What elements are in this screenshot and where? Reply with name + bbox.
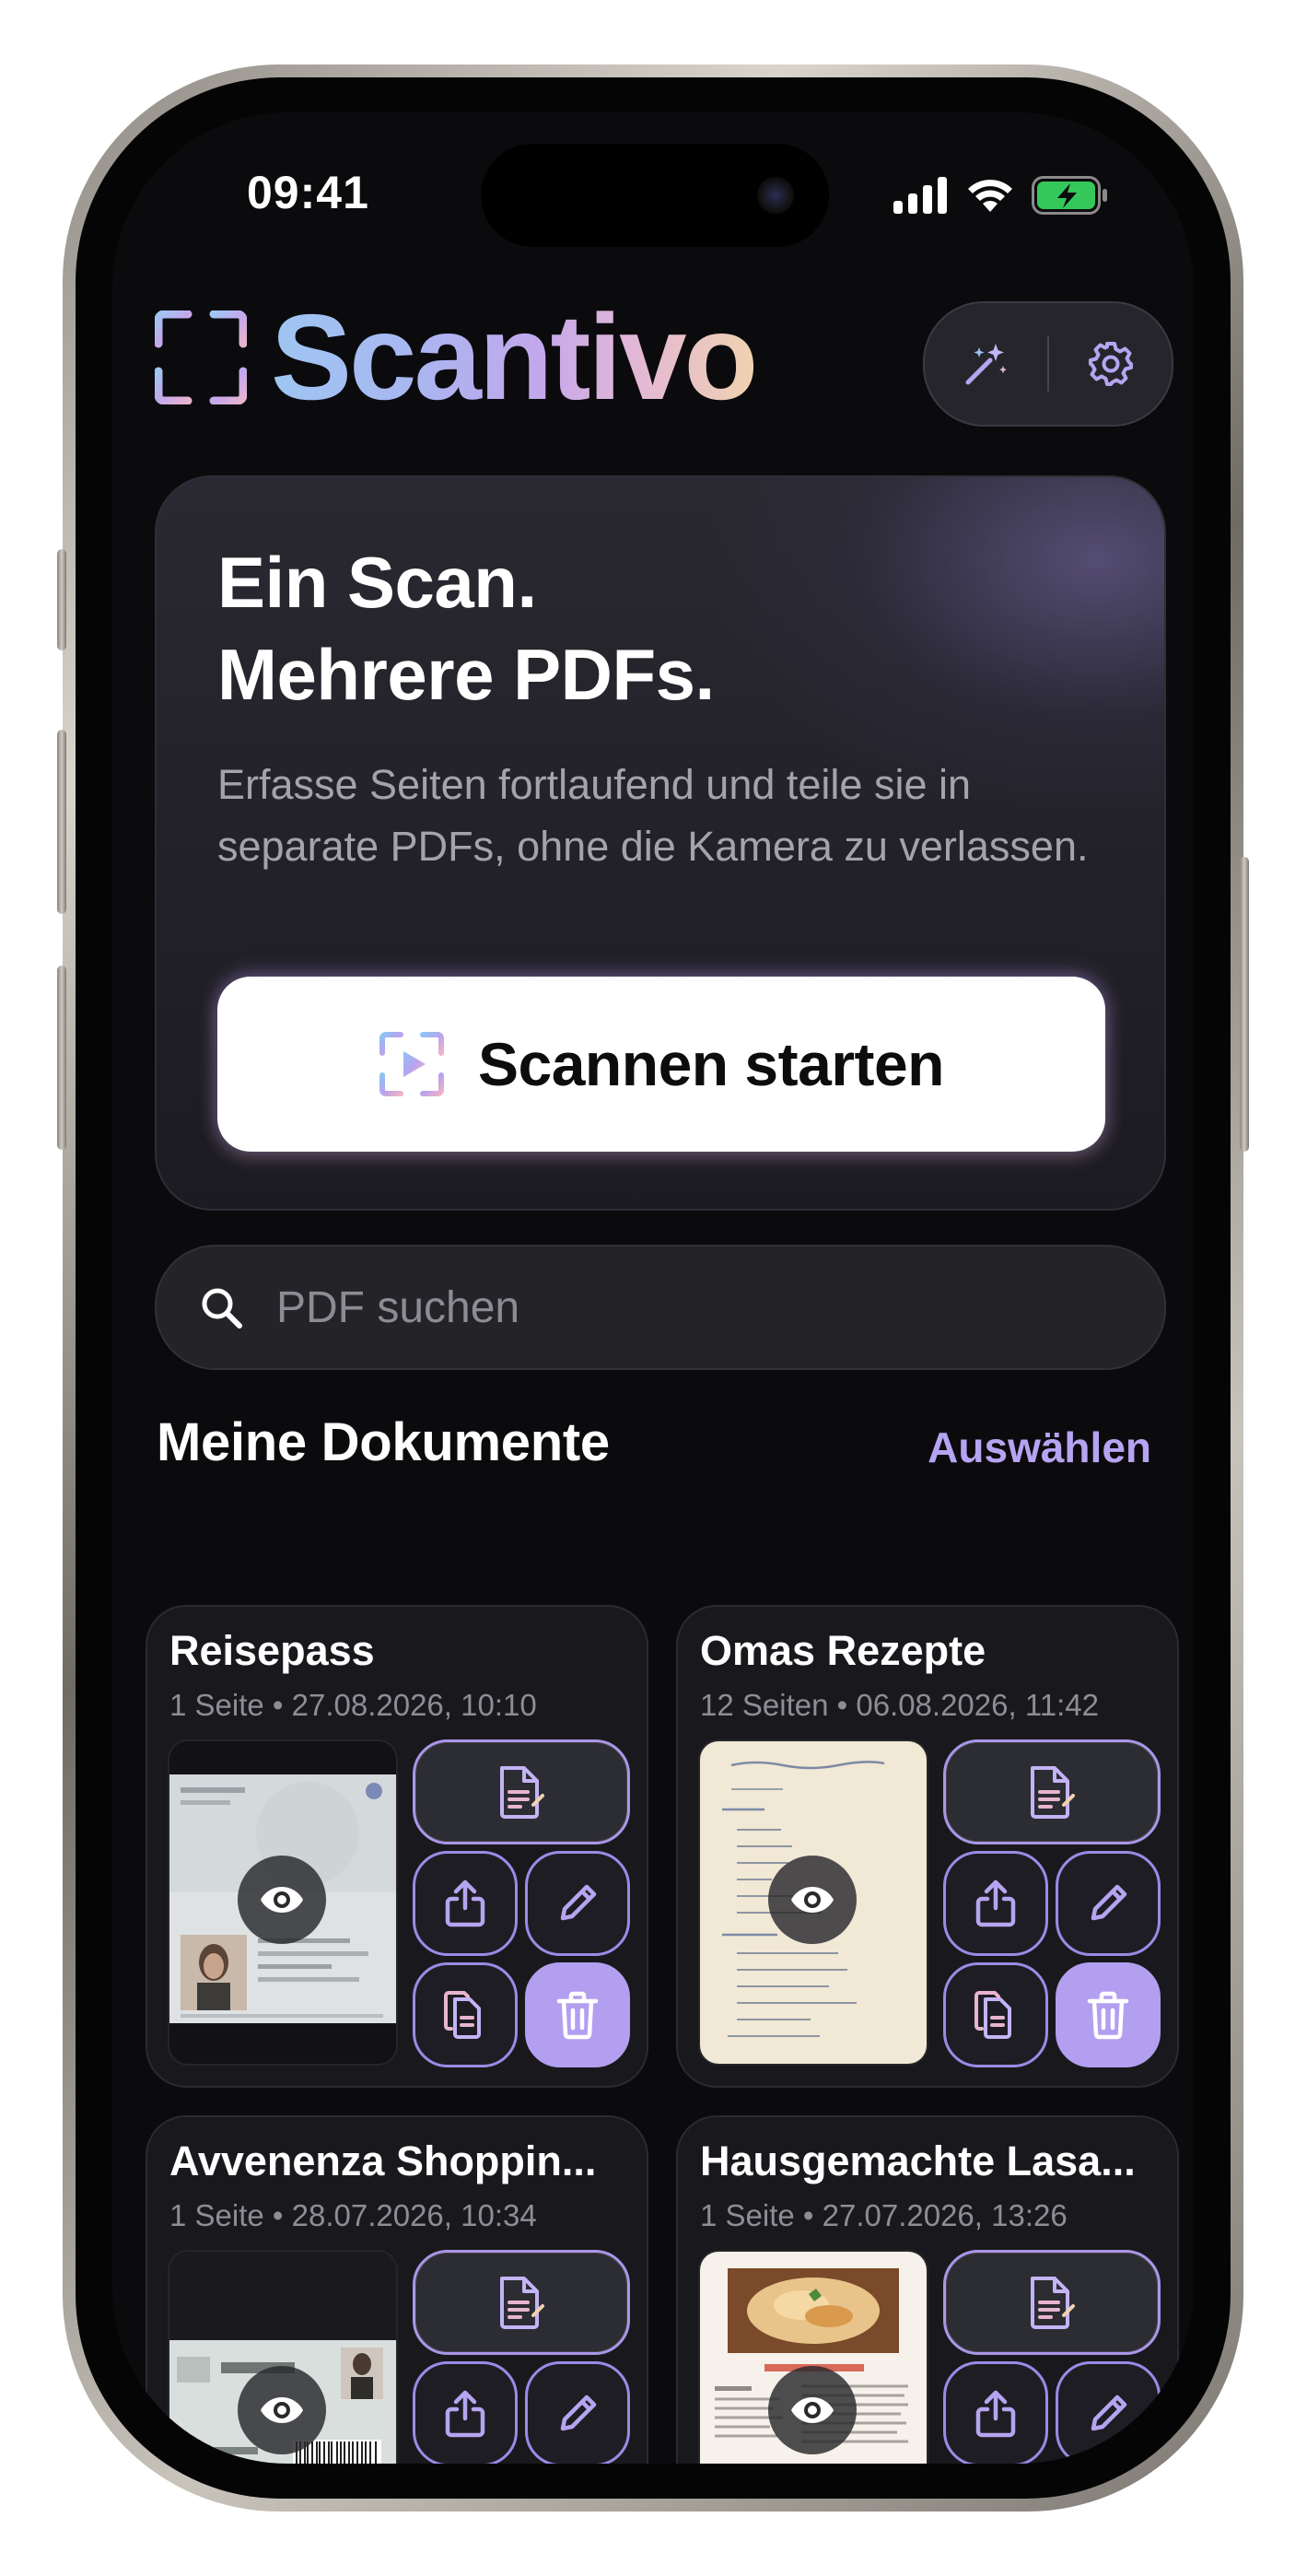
- eye-icon: [789, 1884, 835, 1915]
- edit-button[interactable]: [1056, 2361, 1161, 2464]
- volume-down-button: [57, 966, 66, 1150]
- document-card[interactable]: Avvenenza Shoppin... 1 Seite • 28.07.202…: [146, 2115, 648, 2464]
- documents-title: Meine Dokumente: [157, 1412, 610, 1472]
- start-scan-label: Scannen starten: [478, 1030, 945, 1098]
- preview-button[interactable]: [768, 1856, 857, 1944]
- share-button[interactable]: [413, 1851, 518, 1956]
- document-title: Hausgemachte Lasa...: [700, 2137, 1136, 2184]
- document-meta: 1 Seite • 27.07.2026, 13:26: [700, 2198, 1068, 2232]
- eye-icon: [259, 2395, 305, 2426]
- logo-scan-icon: [155, 310, 247, 404]
- sparkle-wand-icon: [963, 340, 1010, 388]
- dynamic-island: [481, 144, 829, 247]
- battery-icon: [1032, 176, 1109, 215]
- pencil-icon: [555, 2392, 600, 2436]
- share-button[interactable]: [943, 2361, 1048, 2464]
- copy-icon: [442, 1990, 488, 2040]
- share-icon: [444, 2389, 486, 2439]
- scan-play-icon: [379, 1031, 445, 1097]
- pdf-button[interactable]: [413, 1739, 630, 1844]
- volume-up-button: [57, 730, 66, 914]
- gear-icon: [1087, 340, 1135, 388]
- edit-button[interactable]: [525, 2361, 630, 2464]
- share-icon: [974, 2389, 1017, 2439]
- pdf-icon: [1027, 2275, 1077, 2330]
- document-thumbnail[interactable]: [168, 2250, 398, 2464]
- select-button[interactable]: Auswählen: [928, 1423, 1151, 1472]
- power-button: [1240, 857, 1249, 1152]
- wifi-icon: [965, 177, 1015, 214]
- hero-description: Erfasse Seiten fortlaufend und teile sie…: [217, 761, 1089, 870]
- pdf-icon: [496, 2275, 546, 2330]
- preview-button[interactable]: [238, 2366, 326, 2454]
- front-camera: [757, 177, 794, 214]
- copy-button[interactable]: [943, 1962, 1048, 2067]
- pencil-icon: [1086, 2392, 1130, 2436]
- document-title: Omas Rezepte: [700, 1627, 986, 1674]
- pencil-icon: [555, 1881, 600, 1926]
- search-icon: [197, 1283, 245, 1331]
- preview-button[interactable]: [768, 2366, 857, 2454]
- delete-button[interactable]: [1056, 1962, 1161, 2067]
- document-meta: 1 Seite • 27.08.2026, 10:10: [169, 1688, 537, 1722]
- hero-title-line1: Ein Scan.: [217, 542, 537, 623]
- share-button[interactable]: [943, 1851, 1048, 1956]
- pdf-icon: [1027, 1764, 1077, 1820]
- document-title: Avvenenza Shoppin...: [169, 2137, 597, 2184]
- document-card[interactable]: Reisepass 1 Seite • 27.08.2026, 10:10: [146, 1605, 648, 2088]
- document-thumbnail[interactable]: [698, 2250, 928, 2464]
- edit-button[interactable]: [1056, 1851, 1161, 1956]
- document-card[interactable]: Hausgemachte Lasa... 1 Seite • 27.07.202…: [676, 2115, 1179, 2464]
- trash-icon: [1087, 1990, 1129, 2040]
- pdf-button[interactable]: [943, 2250, 1161, 2355]
- start-scan-button[interactable]: Scannen starten: [217, 977, 1105, 1152]
- pdf-icon: [496, 1764, 546, 1820]
- magic-button[interactable]: [925, 303, 1047, 425]
- document-meta: 12 Seiten • 06.08.2026, 11:42: [700, 1688, 1099, 1722]
- eye-icon: [789, 2395, 835, 2426]
- status-icons: [893, 175, 1109, 216]
- document-title: Reisepass: [169, 1627, 375, 1674]
- settings-button[interactable]: [1049, 303, 1172, 425]
- document-meta: 1 Seite • 28.07.2026, 10:34: [169, 2198, 537, 2232]
- document-thumbnail[interactable]: [698, 1739, 928, 2066]
- share-icon: [974, 1879, 1017, 1928]
- pencil-icon: [1086, 1881, 1130, 1926]
- screen: 09:41 Scantivo Ein Scan. Mehrere PDFs. E…: [112, 112, 1194, 2464]
- search-input[interactable]: [274, 1281, 1015, 1334]
- signal-icon: [893, 177, 949, 214]
- pdf-button[interactable]: [413, 2250, 630, 2355]
- copy-button[interactable]: [413, 1962, 518, 2067]
- search-bar[interactable]: [155, 1245, 1166, 1370]
- pdf-button[interactable]: [943, 1739, 1161, 1844]
- hero-title-line2: Mehrere PDFs.: [217, 634, 715, 715]
- trash-icon: [556, 1990, 599, 2040]
- document-thumbnail[interactable]: [168, 1739, 398, 2066]
- edit-button[interactable]: [525, 1851, 630, 1956]
- share-icon: [444, 1879, 486, 1928]
- app-name: Scantivo: [271, 289, 758, 425]
- status-time: 09:41: [247, 167, 369, 218]
- hero-card: Ein Scan. Mehrere PDFs. Erfasse Seiten f…: [155, 475, 1166, 1211]
- eye-icon: [259, 1884, 305, 1915]
- document-card[interactable]: Omas Rezepte 12 Seiten • 06.08.2026, 11:…: [676, 1605, 1179, 2088]
- copy-icon: [973, 1990, 1019, 2040]
- hero-title: Ein Scan. Mehrere PDFs.: [217, 536, 715, 720]
- share-button[interactable]: [413, 2361, 518, 2464]
- preview-button[interactable]: [238, 1856, 326, 1944]
- action-button: [57, 549, 66, 650]
- delete-button[interactable]: [525, 1962, 630, 2067]
- app-logo: Scantivo: [155, 289, 758, 425]
- header-actions: [923, 301, 1173, 427]
